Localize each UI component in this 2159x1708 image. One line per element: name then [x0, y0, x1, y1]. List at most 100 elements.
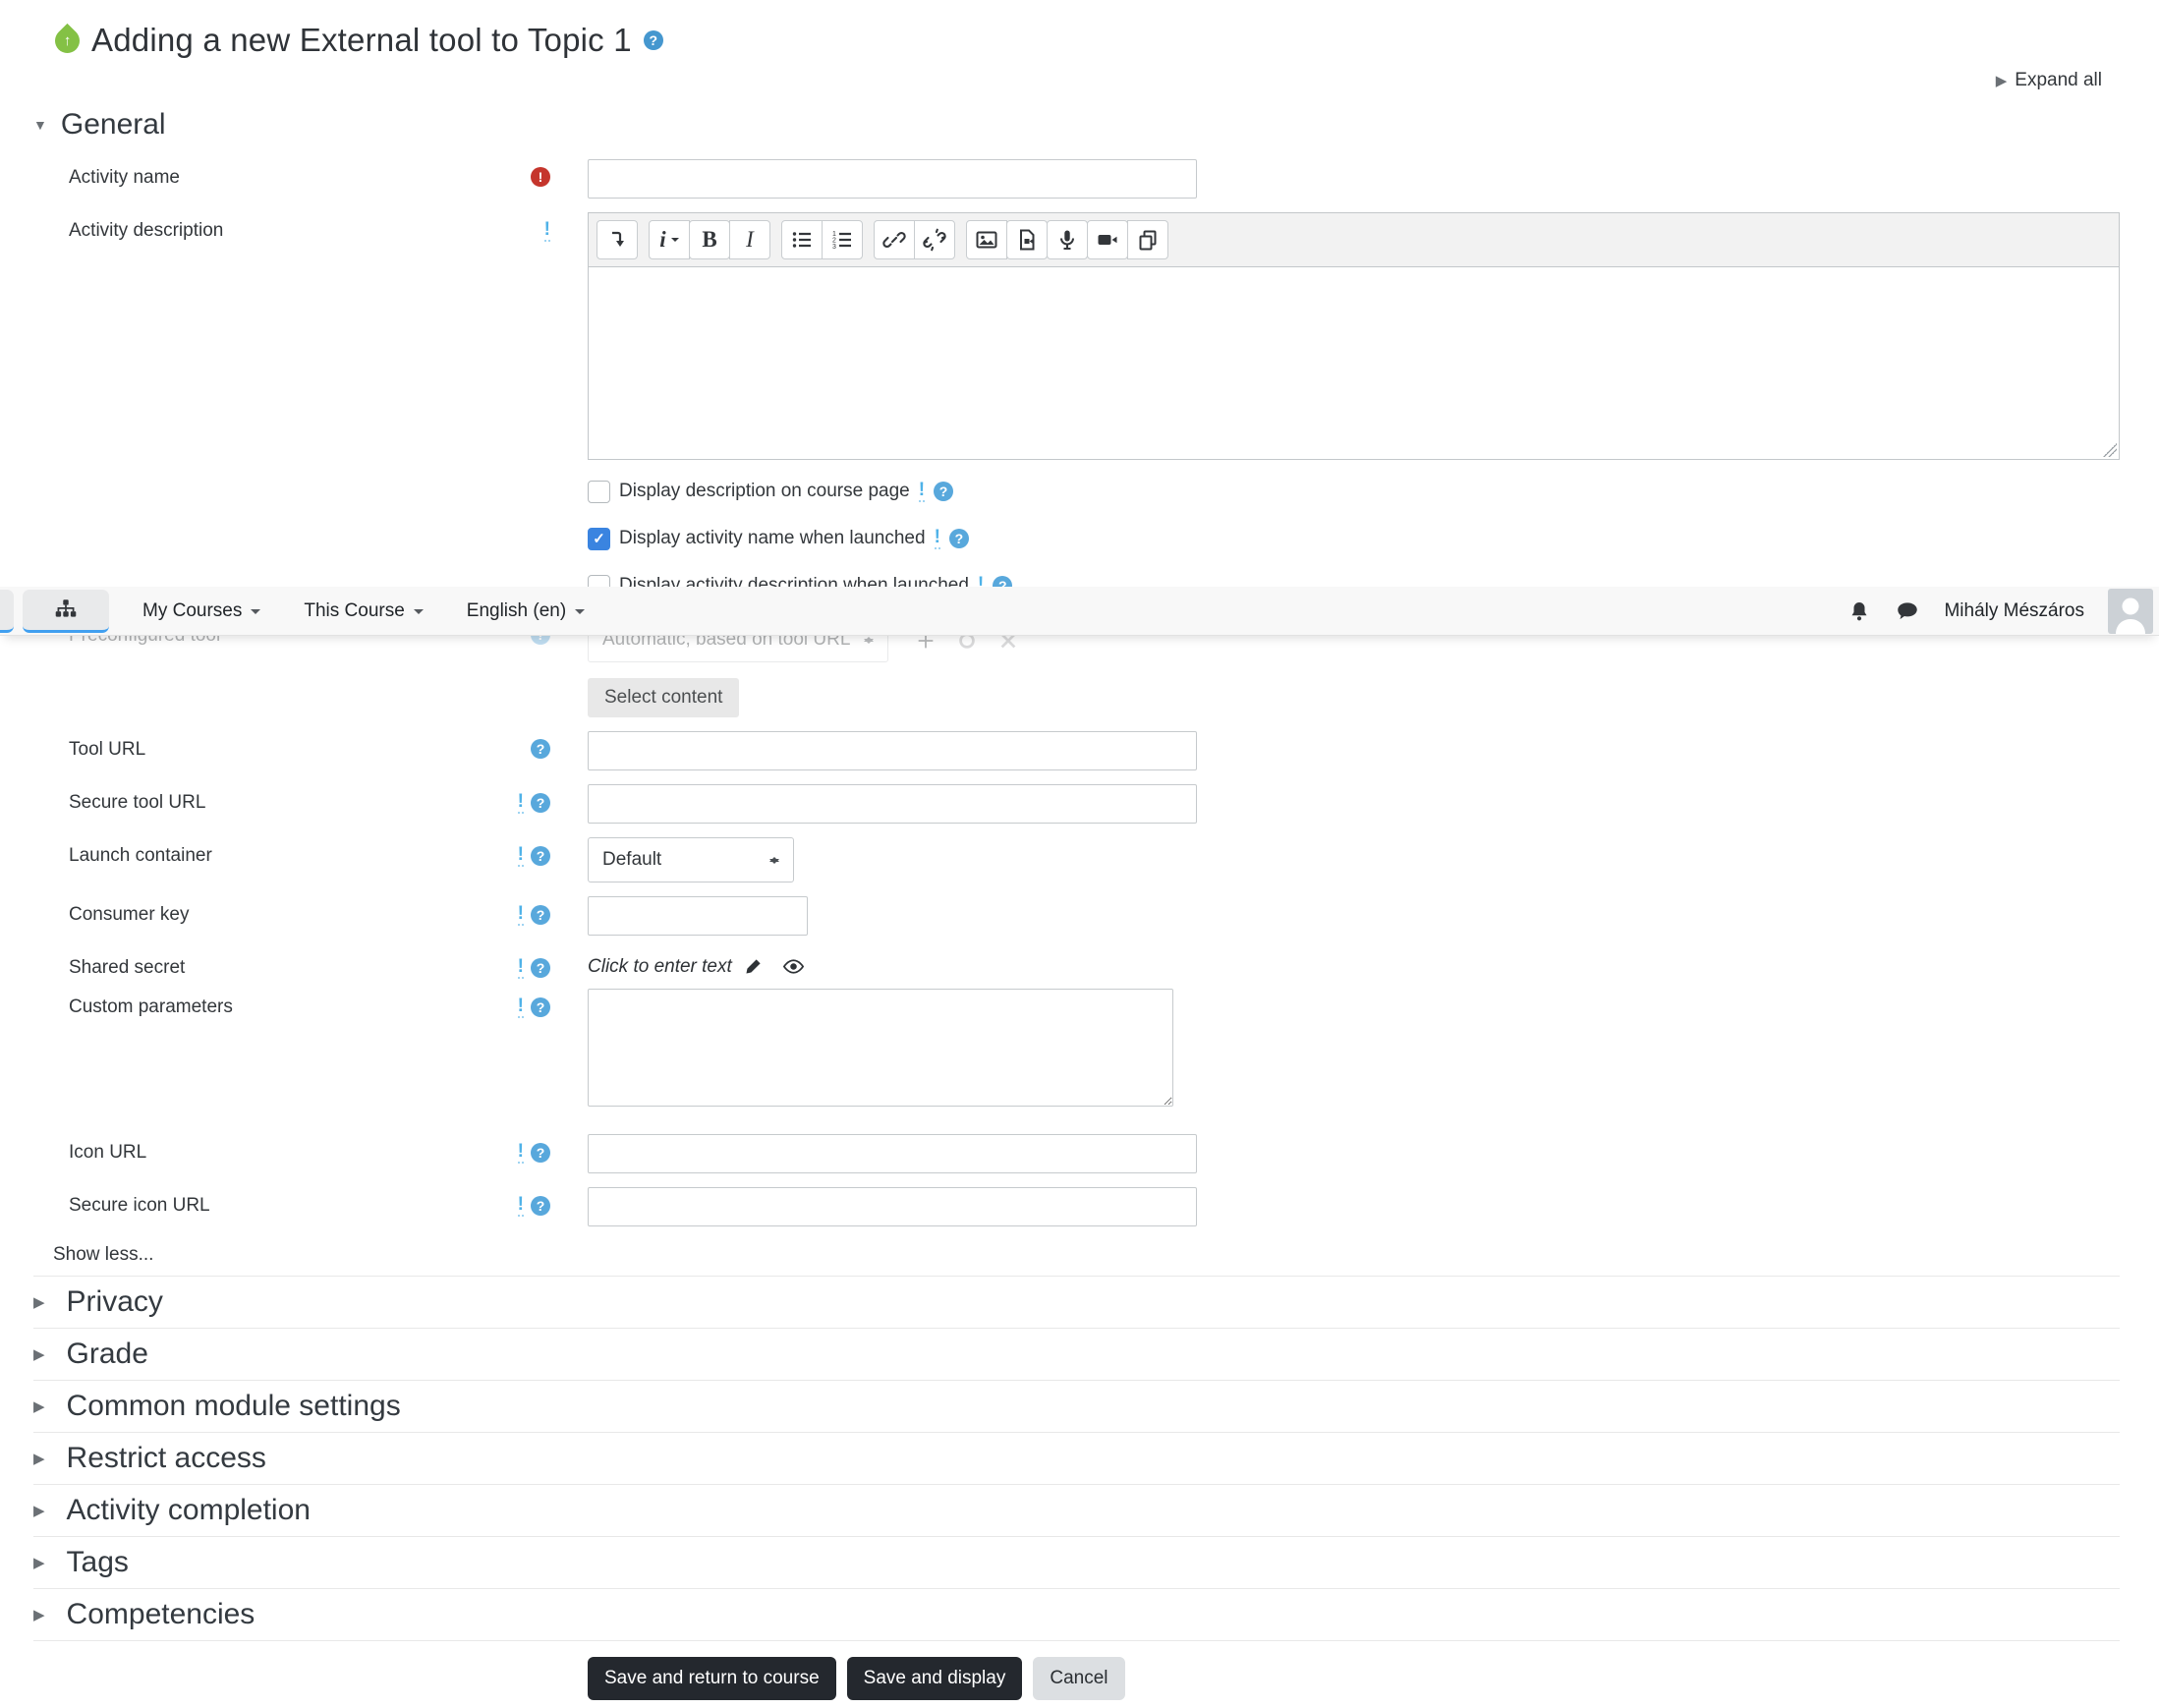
edit-pencil-icon[interactable] — [744, 957, 763, 976]
shared-secret-placeholder[interactable]: Click to enter text — [588, 956, 732, 978]
required-icon: ! — [531, 167, 550, 187]
help-icon[interactable]: ? — [531, 905, 550, 925]
section-privacy-header[interactable]: ▶ Privacy — [33, 1276, 2120, 1328]
external-tool-icon: ↑ — [49, 23, 85, 58]
help-icon[interactable]: ? — [531, 1196, 550, 1216]
consumer-key-input[interactable] — [588, 896, 808, 936]
consumer-key-label: Consumer key — [69, 904, 190, 925]
caret-right-icon: ▶ — [33, 1346, 45, 1363]
section-title: Restrict access — [66, 1442, 266, 1474]
paragraph-styles-icon[interactable]: i — [649, 220, 690, 259]
manage-files-icon[interactable] — [1127, 220, 1168, 259]
display-description-checkbox[interactable] — [588, 480, 610, 503]
icon-url-label: Icon URL — [69, 1142, 147, 1163]
link-icon[interactable] — [874, 220, 915, 259]
section-title: Grade — [66, 1338, 148, 1370]
italic-icon[interactable]: I — [729, 220, 770, 259]
nav-my-courses[interactable]: My Courses — [142, 600, 261, 622]
nav-tab-partial[interactable] — [0, 589, 14, 633]
save-and-display-button[interactable]: Save and display — [846, 1657, 1023, 1700]
help-icon[interactable]: ? — [531, 958, 550, 978]
icon-url-input[interactable] — [588, 1134, 1197, 1173]
record-audio-icon[interactable] — [1047, 220, 1088, 259]
section-competencies-header[interactable]: ▶ Competencies — [33, 1588, 2120, 1640]
reveal-eye-icon[interactable] — [782, 955, 805, 978]
title-help-icon[interactable]: ? — [643, 30, 663, 50]
section-title: Competencies — [66, 1598, 256, 1630]
editor-content-area[interactable] — [589, 267, 2119, 459]
unlink-icon[interactable] — [914, 220, 955, 259]
messages-icon[interactable] — [1895, 598, 1920, 624]
help-icon[interactable]: ? — [531, 846, 550, 866]
section-general-title: General — [60, 108, 166, 141]
page-header: ↑ Adding a new External tool to Topic 1 … — [33, 18, 2120, 63]
icon-url-row: Icon URL !? — [33, 1134, 2120, 1173]
checkbox-row: ✓ Display activity name when launched ! … — [588, 523, 2120, 554]
activity-description-row: Activity description ! iBI 123 — [33, 212, 2120, 460]
launch-container-row: Launch container !? Default — [33, 837, 2120, 882]
ordered-list-icon[interactable]: 123 — [822, 220, 863, 259]
caret-right-icon: ▶ — [33, 1503, 45, 1519]
help-icon[interactable]: ? — [934, 482, 954, 501]
expand-all-link[interactable]: ▶ Expand all — [33, 67, 2120, 94]
select-arrows-icon — [769, 852, 779, 869]
warning-icon: ! — [517, 996, 524, 1018]
section-restrict-access-header[interactable]: ▶ Restrict access — [33, 1432, 2120, 1484]
toolbar-group: iBI — [649, 220, 770, 259]
consumer-key-row: Consumer key !? — [33, 896, 2120, 936]
navbar: My Courses This Course English (en) Mihá… — [0, 587, 2159, 636]
display-activity-name-checkbox[interactable]: ✓ — [588, 527, 610, 550]
warning-icon: ! — [517, 1194, 524, 1217]
site-navigation-button[interactable] — [23, 589, 109, 633]
activity-name-row: Activity name ! — [33, 159, 2120, 199]
page-title: Adding a new External tool to Topic 1 — [91, 22, 632, 58]
unordered-list-icon[interactable] — [781, 220, 823, 259]
secure-tool-url-row: Secure tool URL !? — [33, 784, 2120, 824]
tool-url-input[interactable] — [588, 731, 1197, 770]
warning-icon: ! — [517, 1141, 524, 1164]
help-icon[interactable]: ? — [948, 529, 969, 548]
activity-name-label: Activity name — [69, 167, 180, 188]
caret-right-icon: ▶ — [33, 1555, 45, 1571]
user-name[interactable]: Mihály Mészáros — [1944, 600, 2084, 622]
section-grade-header[interactable]: ▶ Grade — [33, 1328, 2120, 1380]
sitemap-icon — [53, 597, 79, 622]
nav-language[interactable]: English (en) — [467, 600, 586, 622]
nav-this-course[interactable]: This Course — [304, 600, 424, 622]
custom-parameters-textarea[interactable] — [588, 989, 1173, 1107]
help-icon[interactable]: ? — [531, 793, 550, 813]
warning-icon: ! — [517, 956, 524, 979]
section-general-header[interactable]: ▼ General — [33, 104, 2120, 145]
caret-right-icon: ▶ — [33, 1607, 45, 1623]
editor-toolbar: iBI 123 — [589, 213, 2119, 267]
cancel-button[interactable]: Cancel — [1033, 1657, 1125, 1700]
avatar[interactable] — [2108, 588, 2153, 634]
show-less-link[interactable]: Show less... — [53, 1244, 153, 1266]
bold-icon[interactable]: B — [689, 220, 730, 259]
help-icon[interactable]: ? — [531, 739, 550, 759]
help-icon[interactable]: ? — [531, 997, 550, 1017]
resize-grip-icon[interactable] — [2103, 443, 2117, 457]
launch-container-select[interactable]: Default — [588, 837, 794, 882]
toolbar-group — [874, 220, 955, 259]
warning-icon: ! — [918, 480, 926, 502]
insert-media-icon[interactable] — [1006, 220, 1048, 259]
secure-tool-url-input[interactable] — [588, 784, 1197, 824]
save-and-return-button[interactable]: Save and return to course — [588, 1657, 836, 1700]
activity-name-input[interactable] — [588, 159, 1197, 199]
insert-image-icon[interactable] — [966, 220, 1007, 259]
select-content-button[interactable]: Select content — [588, 678, 740, 717]
section-common-module-settings-header[interactable]: ▶ Common module settings — [33, 1380, 2120, 1432]
chevron-down-icon — [413, 608, 424, 619]
section-activity-completion-header[interactable]: ▶ Activity completion — [33, 1484, 2120, 1536]
launch-container-label: Launch container — [69, 845, 212, 866]
help-icon[interactable]: ? — [531, 1143, 550, 1163]
section-title: Activity completion — [66, 1494, 311, 1526]
secure-icon-url-input[interactable] — [588, 1187, 1197, 1226]
notifications-bell-icon[interactable] — [1847, 599, 1871, 623]
caret-right-icon: ▶ — [33, 1451, 45, 1467]
section-title: Privacy — [66, 1285, 163, 1318]
record-video-icon[interactable] — [1087, 220, 1128, 259]
collapse-toolbar-icon[interactable] — [597, 220, 638, 259]
section-tags-header[interactable]: ▶ Tags — [33, 1536, 2120, 1588]
